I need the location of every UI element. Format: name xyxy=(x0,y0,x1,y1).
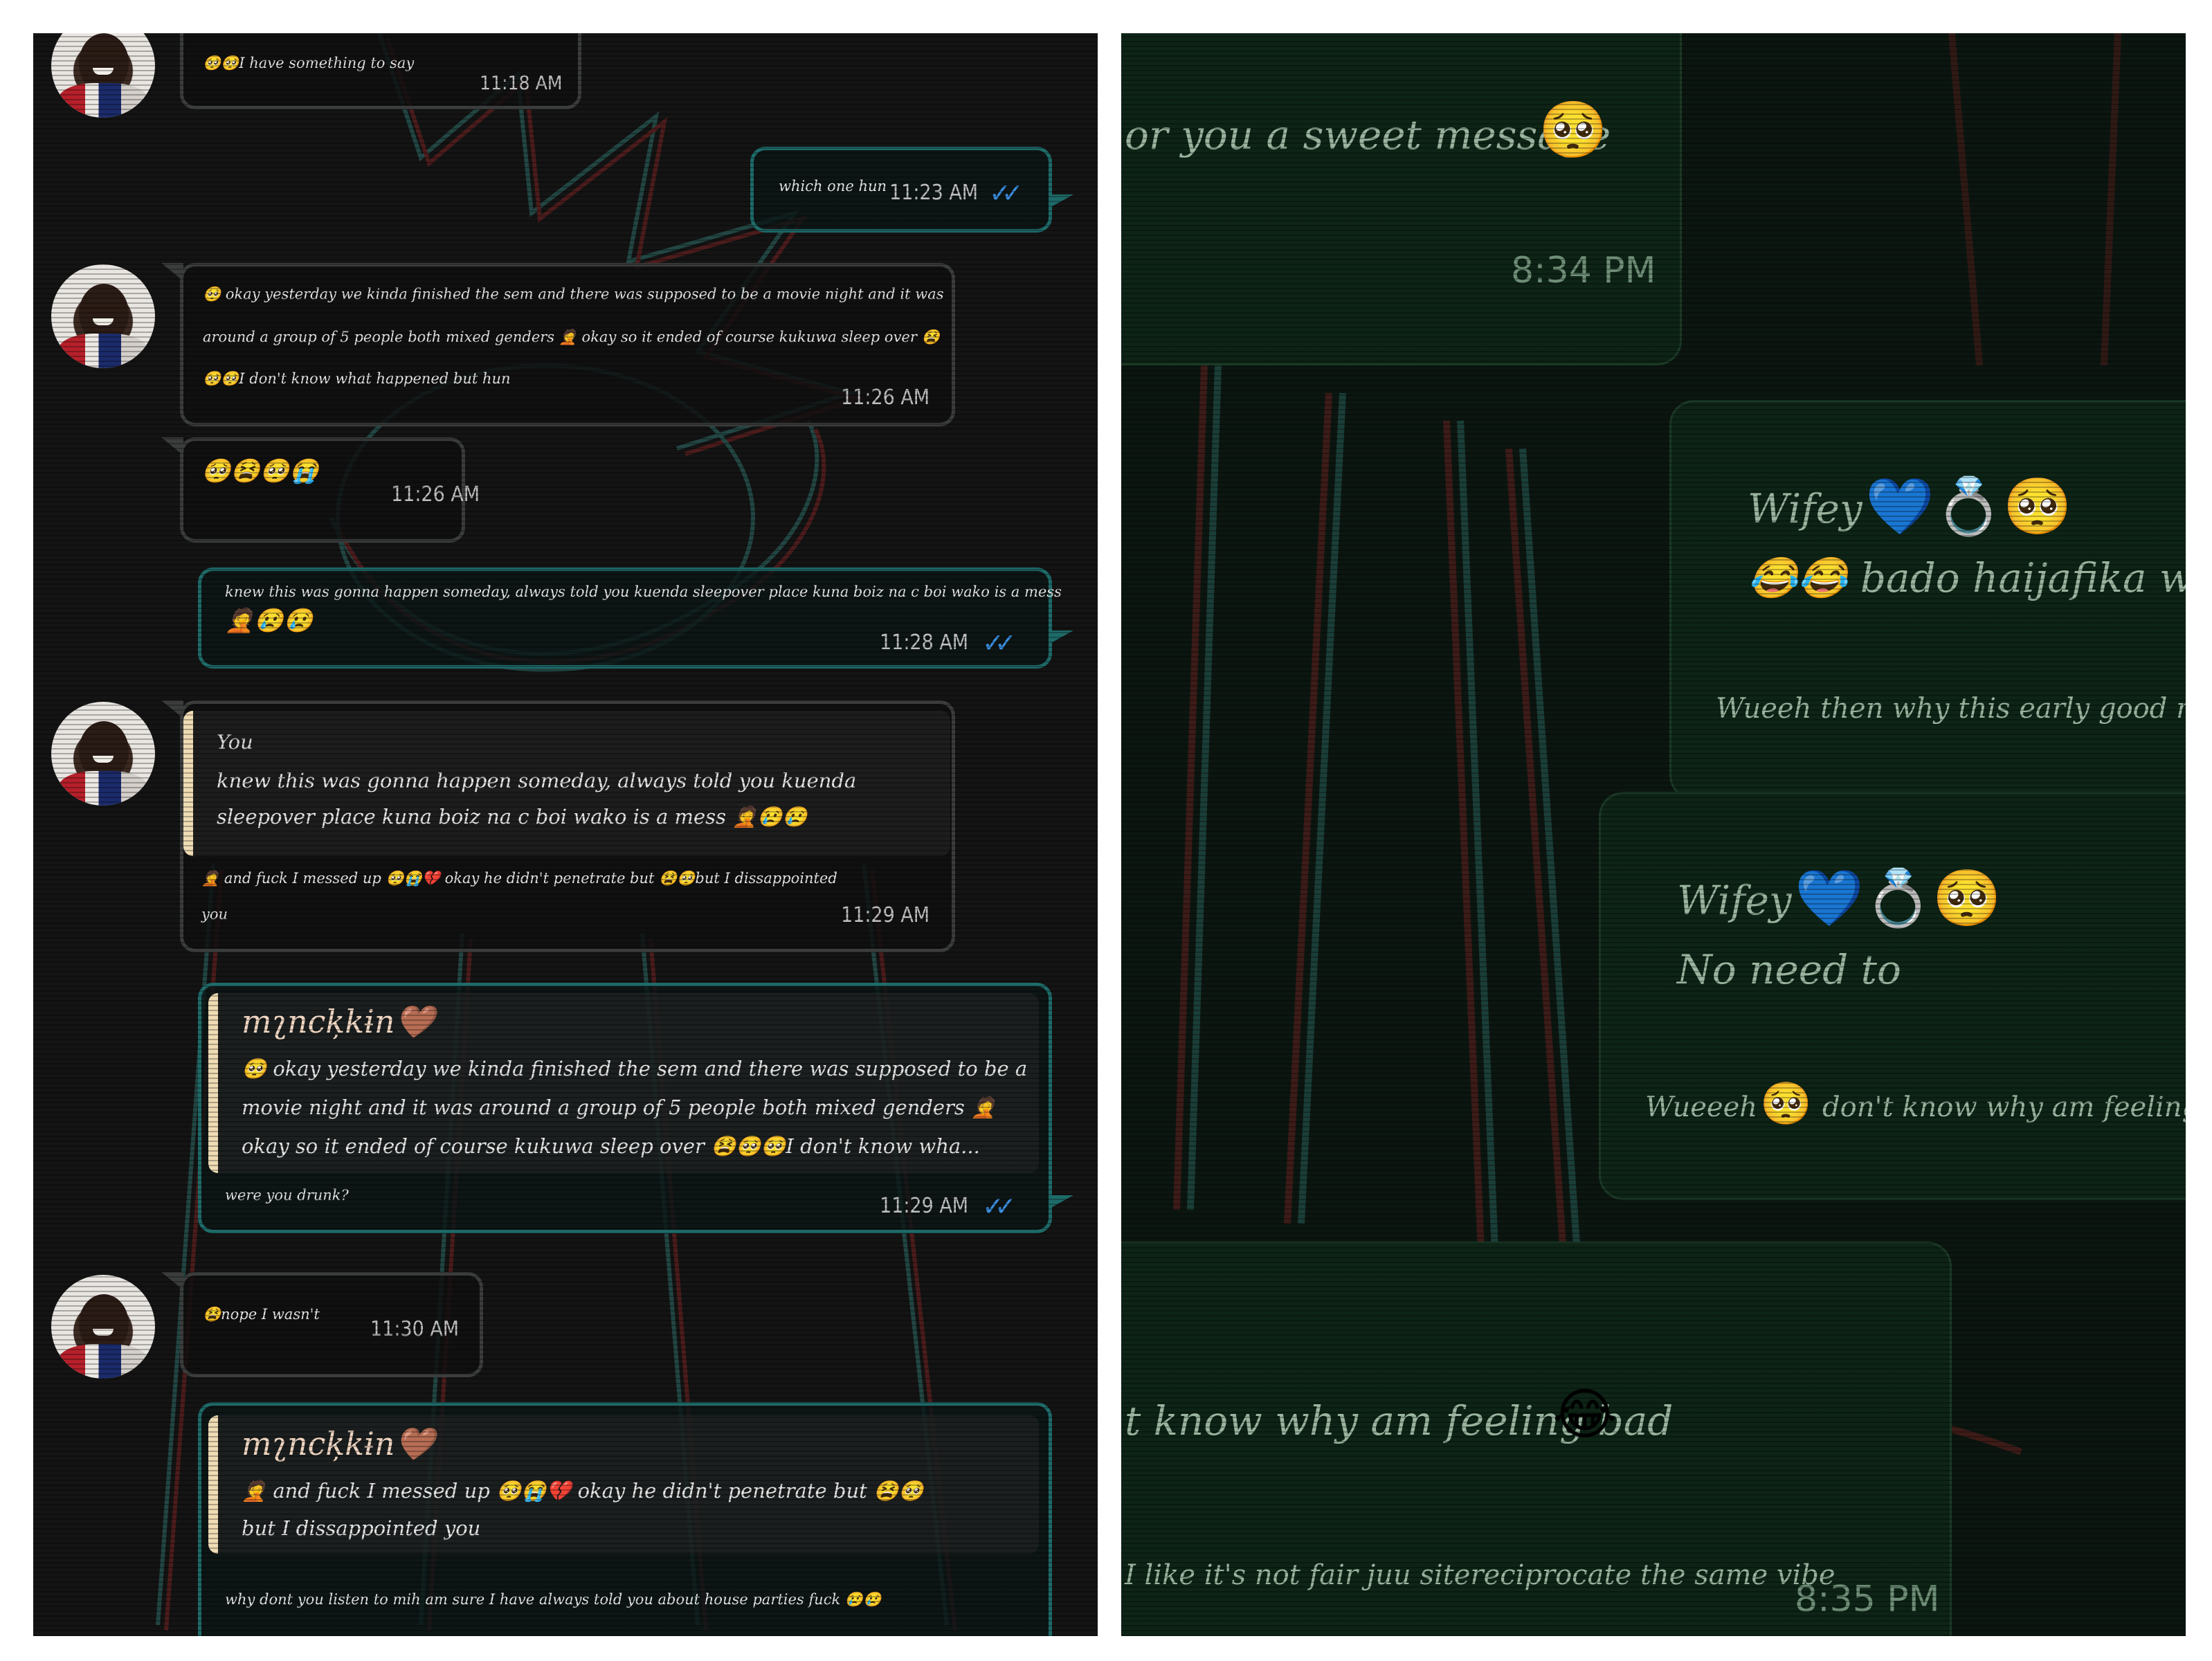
quote-author: mʅncķkɨn🤎 xyxy=(242,1425,435,1462)
outgoing-message-bubble[interactable]: mʅncķkɨn🤎 🤦 and fuck I messed up 🥺😭💔 oka… xyxy=(198,1402,1052,1636)
message-text-line: around a group of 5 people both mixed ge… xyxy=(203,329,940,345)
message-text: 🥺😫🥺😭 xyxy=(201,457,319,485)
message-time: 8:35 PM xyxy=(1795,1579,1940,1620)
quoted-message[interactable]: mʅncķkɨn🤎 🥺 okay yesterday we kinda fini… xyxy=(208,993,1039,1173)
quote-author: mʅncķkɨn🤎 xyxy=(242,1003,435,1040)
message-text-line: 🤦😢😢 xyxy=(225,607,314,635)
message-time: 11:29 AM xyxy=(880,1194,969,1218)
message-text: or you a sweet message xyxy=(1125,111,1611,158)
message-text: 🥺🥺I have something to say xyxy=(203,55,415,71)
quote-emojis: 💙💍🥺 xyxy=(1795,866,2002,930)
quote-text-line: sleepover place kuna boiz na c boi wako … xyxy=(217,805,808,828)
message-subtext: I like it's not fair juu sitereciprocate… xyxy=(1125,1559,1835,1591)
incoming-message-bubble[interactable]: 🥺😫🥺😭 11:26 AM xyxy=(161,437,480,543)
message-time: 11:30 AM xyxy=(370,1317,460,1341)
incoming-message-bubble[interactable]: 🥺🥺I have something to say 11:18 AM xyxy=(180,33,581,109)
message-text-line: 🤦 and fuck I messed up 🥺😭💔 okay he didn'… xyxy=(201,870,837,887)
quote-author: You xyxy=(217,730,253,754)
read-receipt-icon: ✓✓ xyxy=(982,628,1017,658)
incoming-message-bubble[interactable]: t know why am feeling bad 😂 I like it's … xyxy=(1121,1242,1952,1636)
message-text-line: knew this was gonna happen someday, alwa… xyxy=(225,583,1062,600)
message-text: were you drunk? xyxy=(225,1187,349,1204)
quote-text-line: 🤦 and fuck I messed up 🥺😭💔 okay he didn'… xyxy=(242,1479,924,1503)
incoming-message-bubble[interactable]: 🥺 okay yesterday we kinda finished the s… xyxy=(161,263,955,426)
chat-screenshot-left: 🥺🥺I have something to say 11:18 AM which… xyxy=(33,33,1098,1636)
contact-avatar[interactable] xyxy=(51,264,155,368)
pleading-face-emoji: 🥺 xyxy=(1539,98,1608,162)
sad-face-emoji: 🥺 xyxy=(1760,1080,1812,1128)
message-text: Wueeh then why this early good night xyxy=(1716,693,2186,725)
message-text: why dont you listen to mih am sure I hav… xyxy=(225,1591,882,1608)
message-text-line: 🥺 okay yesterday we kinda finished the s… xyxy=(203,286,944,302)
quote-text: No need to xyxy=(1677,946,1901,993)
quote-bar xyxy=(183,711,193,856)
outgoing-message-bubble[interactable]: knew this was gonna happen someday, alwa… xyxy=(198,568,1073,669)
message-time: 11:23 AM xyxy=(889,181,979,205)
quote-bar xyxy=(208,1415,218,1554)
incoming-message-bubble[interactable]: 😫nope I wasn't 11:30 AM xyxy=(161,1272,483,1377)
message-text-line: 🥺🥺I don't know what happened but hun xyxy=(203,370,511,387)
quote-text-line: 🥺 okay yesterday we kinda finished the s… xyxy=(242,1057,1028,1080)
quote-text-line: okay so it ended of course kukuwa sleep … xyxy=(242,1134,980,1158)
message-text: 😫nope I wasn't xyxy=(203,1306,320,1323)
outgoing-message-bubble[interactable]: Wifey 💙💍🥺 No need to Wueeeh 🥺 don't know… xyxy=(1599,792,2186,1200)
read-receipt-icon: ✓✓ xyxy=(989,178,1024,208)
quote-text-line: knew this was gonna happen someday, alwa… xyxy=(217,769,857,792)
message-text: Wueeeh xyxy=(1645,1091,1758,1123)
outgoing-message-bubble[interactable]: Wifey 💙💍🥺 😂😂 bado haijafika w Wueeh then… xyxy=(1669,400,2186,800)
joy-emoji: 😂 xyxy=(1552,1382,1617,1446)
read-receipt-icon: ✓✓ xyxy=(982,1191,1017,1222)
message-time: 11:28 AM xyxy=(880,630,969,655)
quoted-message[interactable]: mʅncķkɨn🤎 🤦 and fuck I messed up 🥺😭💔 oka… xyxy=(208,1415,1039,1554)
quote-emojis: 💙💍🥺 xyxy=(1865,474,2072,538)
quote-author: Wifey xyxy=(1677,877,1792,924)
message-time: 8:34 PM xyxy=(1511,250,1656,291)
quote-text-line: movie night and it was around a group of… xyxy=(242,1096,997,1119)
outgoing-message-bubble[interactable]: which one hun 11:23 AM ✓✓ xyxy=(750,147,1073,233)
message-time: 11:26 AM xyxy=(391,482,480,507)
message-text: which one hun xyxy=(779,178,887,194)
incoming-message-bubble[interactable]: or you a sweet message 🥺 8:34 PM xyxy=(1121,33,1682,365)
quote-text-line: but I dissappointed you xyxy=(242,1516,481,1540)
chat-screenshot-right: or you a sweet message 🥺 8:34 PM Wifey 💙… xyxy=(1121,33,2186,1636)
incoming-message-bubble[interactable]: You knew this was gonna happen someday, … xyxy=(161,700,955,952)
quote-bar xyxy=(208,993,218,1173)
message-time: 11:26 AM xyxy=(841,385,930,410)
quote-author: Wifey xyxy=(1748,485,1862,532)
message-time: 11:29 AM xyxy=(841,903,930,927)
message-text: don't know why am feeling bad xyxy=(1822,1091,2186,1123)
message-time: 11:18 AM xyxy=(480,71,563,94)
outgoing-message-bubble[interactable]: mʅncķkɨn🤎 🥺 okay yesterday we kinda fini… xyxy=(198,983,1073,1233)
quote-text: 😂😂 bado haijafika w xyxy=(1748,554,2186,601)
message-text-line: you xyxy=(201,906,228,923)
contact-avatar[interactable] xyxy=(51,1275,155,1379)
quoted-message[interactable]: You knew this was gonna happen someday, … xyxy=(183,711,950,856)
contact-avatar[interactable] xyxy=(51,702,155,806)
contact-avatar[interactable] xyxy=(51,33,155,118)
